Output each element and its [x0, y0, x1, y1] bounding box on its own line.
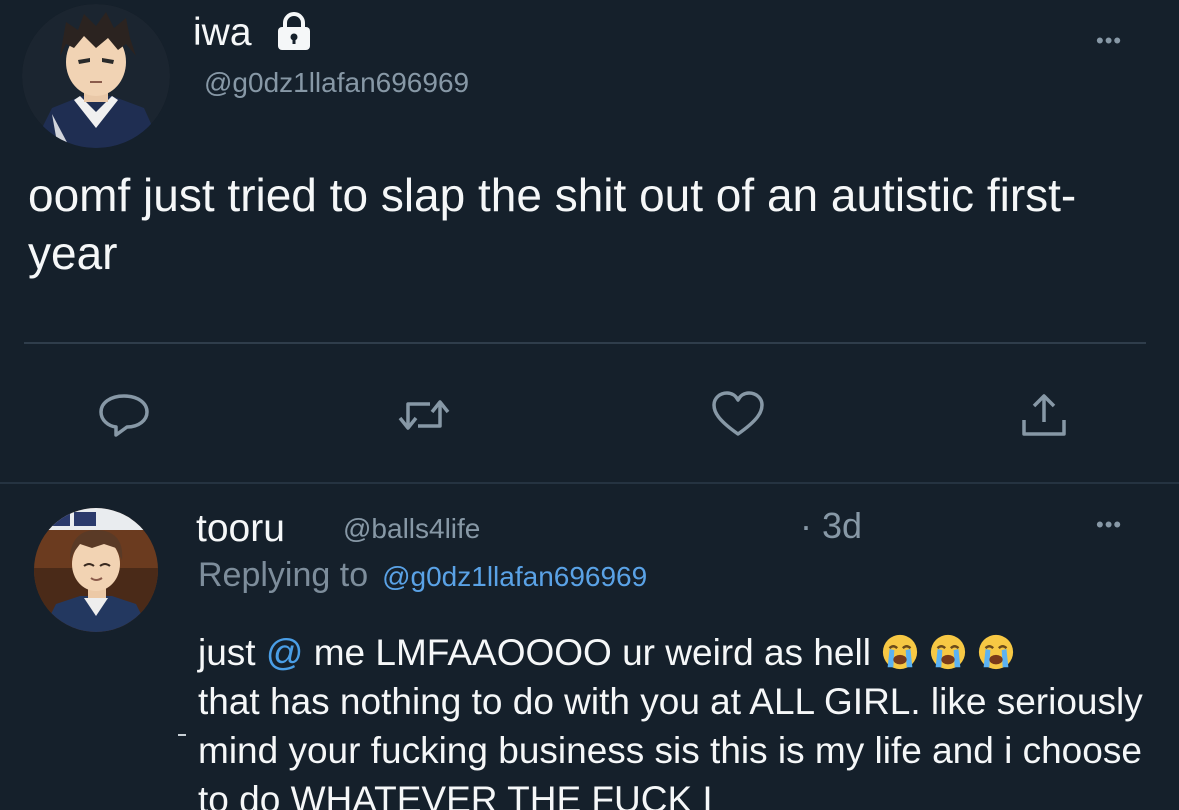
more-options-button[interactable]: •••	[1096, 512, 1122, 538]
divider	[178, 734, 186, 736]
loudly-crying-face-icon	[977, 633, 1015, 671]
avatar[interactable]	[22, 4, 170, 148]
user-handle[interactable]: @balls4life	[343, 512, 480, 546]
divider	[24, 342, 1146, 344]
timestamp[interactable]: · 3d	[800, 504, 862, 548]
avatar-image	[34, 508, 158, 632]
reply-text: just @ me LMFAAOOOO ur weird as hell that…	[198, 628, 1158, 810]
reply-button[interactable]	[94, 390, 154, 440]
reply-text-rest: that has nothing to do with you at ALL G…	[198, 681, 1143, 810]
like-button[interactable]	[708, 390, 768, 440]
reply-text-prefix: just	[198, 632, 266, 673]
loudly-crying-face-icon	[881, 633, 919, 671]
mention-link[interactable]: @	[266, 632, 304, 673]
user-handle[interactable]: @g0dz1llafan696969	[204, 66, 469, 100]
share-icon	[1022, 394, 1066, 436]
replying-label: Replying to	[198, 556, 369, 594]
tweet-text: oomf just tried to slap the shit out of …	[28, 169, 1077, 279]
replying-to: Replying to @g0dz1llafan696969	[198, 554, 647, 598]
retweet-icon	[398, 400, 450, 430]
reply-text-line1: me LMFAAOOOO ur weird as hell	[303, 632, 871, 673]
avatar[interactable]	[34, 508, 158, 632]
reply-icon	[99, 394, 149, 437]
share-button[interactable]	[1014, 390, 1074, 440]
avatar-image	[22, 4, 170, 148]
loudly-crying-face-icon	[929, 633, 967, 671]
display-name[interactable]: iwa	[193, 10, 252, 56]
like-icon	[712, 391, 764, 436]
more-options-button[interactable]: •••	[1096, 28, 1122, 54]
mention-link[interactable]: @g0dz1llafan696969	[382, 561, 647, 592]
retweet-button[interactable]	[394, 390, 454, 440]
lock-icon	[272, 12, 316, 52]
display-name[interactable]: tooru	[196, 506, 285, 552]
separator	[0, 482, 1179, 484]
